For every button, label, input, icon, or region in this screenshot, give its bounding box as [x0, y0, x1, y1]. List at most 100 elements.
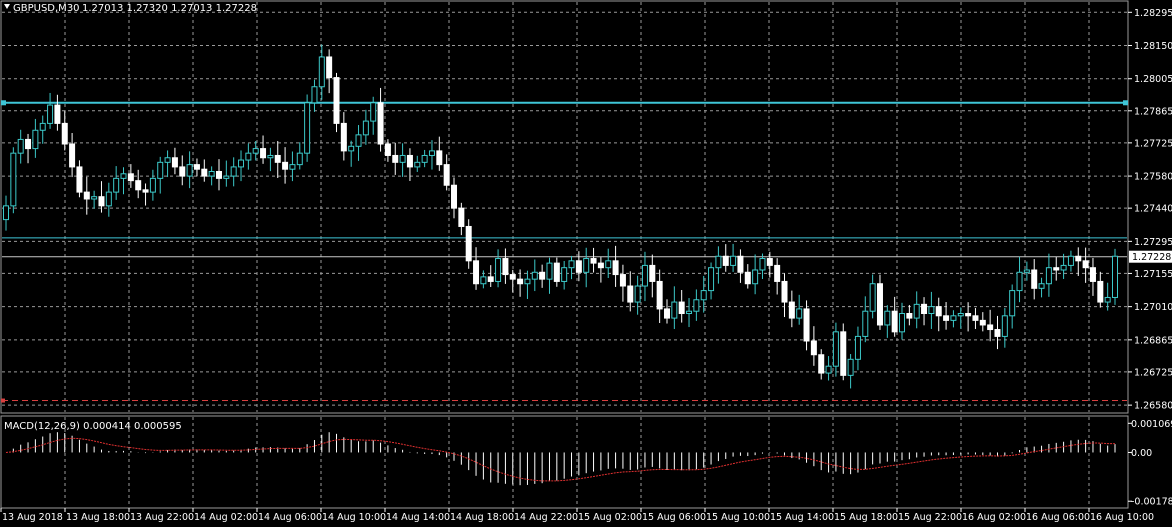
candle-body [362, 120, 369, 136]
candle-body [3, 205, 9, 221]
macd-tick-label: -0.001788 [1131, 497, 1172, 508]
candle-body [289, 164, 296, 170]
candle-body [612, 260, 619, 276]
candle-body [208, 170, 215, 177]
candle-body [480, 276, 487, 285]
candle-body [553, 262, 560, 282]
price-tick-label: 1.27865 [1134, 106, 1172, 117]
candle-body [428, 150, 435, 156]
candle-body [98, 196, 105, 207]
price-tick-label: 1.27580 [1134, 172, 1172, 183]
candle-body [318, 56, 325, 88]
price-tick-label: 1.26725 [1134, 367, 1172, 378]
candle-body [744, 271, 751, 285]
candle-body [752, 269, 759, 285]
candle-body [1045, 267, 1052, 285]
candle-body [1060, 264, 1067, 271]
candle-body [179, 166, 186, 177]
candle-body [113, 177, 120, 193]
price-tick-label: 1.27725 [1134, 138, 1172, 149]
candle-body [465, 225, 472, 262]
price-tick-label: 1.26580 [1134, 401, 1172, 412]
candle-body [1075, 255, 1082, 262]
time-tick-label: 14 Aug 06:00 [258, 512, 322, 523]
candle-body [473, 260, 480, 285]
time-tick-label: 14 Aug 14:00 [386, 512, 450, 523]
candle-body [495, 258, 502, 282]
candle-body [1097, 280, 1104, 303]
candle-body [451, 184, 458, 209]
candle-body [340, 122, 347, 152]
candle-body [641, 264, 648, 287]
price-tick-label: 1.27010 [1134, 302, 1172, 313]
candle-body [39, 122, 46, 131]
candle-body [737, 255, 744, 273]
candle-body [869, 283, 876, 312]
candle-body [296, 152, 303, 166]
candle-body [818, 354, 825, 374]
candle-body [238, 159, 245, 168]
candle-body [274, 154, 281, 163]
candle-body [979, 319, 986, 326]
macd-label: MACD(12,26,9) 0.000414 0.000595 [4, 421, 182, 432]
candle-body [766, 258, 773, 266]
candle-body [186, 164, 193, 177]
candle-body [597, 262, 604, 269]
price-tick-label: 1.28005 [1134, 74, 1172, 85]
resistance-line-handle[interactable] [1123, 100, 1128, 106]
price-tick-label: 1.27155 [1134, 269, 1172, 280]
candle-body [135, 180, 142, 191]
candle-body [252, 148, 259, 154]
candle-body [994, 329, 1001, 337]
chart-svg[interactable]: 1.28295 1.28150 1.28005 1.27865 1.27725 1.275… [0, 0, 1172, 527]
current-price-label: 1.27228 [1132, 252, 1171, 263]
candle-body [414, 161, 421, 168]
candle-body [803, 308, 810, 342]
time-tick-label: 13 Aug 18:00 [66, 512, 130, 523]
candle-body [715, 255, 722, 269]
candle-body [832, 331, 839, 367]
candle-body [355, 134, 362, 147]
candle-body [17, 138, 24, 154]
candle-body [392, 154, 399, 163]
current-price-tag: 1.27228 [1129, 250, 1172, 263]
time-tick-label: 14 Aug 10:00 [322, 512, 386, 523]
candle-body [32, 129, 39, 150]
candle-body [436, 150, 443, 166]
candle-body [304, 102, 311, 154]
candle-body [546, 262, 553, 280]
candle-body [634, 285, 641, 303]
candle-body [583, 258, 590, 273]
time-tick-label: 15 Aug 22:00 [898, 512, 962, 523]
candle-body [810, 340, 817, 356]
candle-body [943, 315, 950, 321]
macd-tick-label: 0.001069 [1131, 419, 1172, 430]
resistance-line-handle[interactable] [1, 100, 6, 106]
candle-body [282, 161, 289, 170]
time-tick-label: 15 Aug 10:00 [706, 512, 770, 523]
candle-body [693, 299, 700, 312]
support-line-handle[interactable] [1, 398, 5, 403]
candle-body [605, 260, 612, 269]
candle-body [83, 191, 90, 200]
candle-body [443, 164, 450, 186]
time-tick-label: 16 Aug 02:00 [962, 512, 1026, 523]
time-tick-label: 14 Aug 22:00 [514, 512, 578, 523]
candle-body [76, 166, 83, 193]
time-tick-label: 16 Aug 06:00 [1026, 512, 1090, 523]
candle-body [10, 152, 17, 207]
candle-body [561, 267, 568, 282]
candle-body [193, 164, 200, 170]
candle-body [759, 258, 766, 271]
candle-body [1031, 269, 1038, 289]
ohlc-label: 1.27013 1.27320 1.27013 1.27228 [82, 3, 257, 14]
candle-body [171, 157, 178, 168]
candle-body [1089, 267, 1096, 282]
candle-body [223, 175, 230, 179]
candle-body [708, 267, 715, 292]
candle-body [531, 271, 538, 280]
candle-body [54, 104, 61, 124]
candle-body [619, 274, 626, 287]
time-tick-label: 15 Aug 14:00 [770, 512, 834, 523]
candle-body [671, 301, 678, 319]
